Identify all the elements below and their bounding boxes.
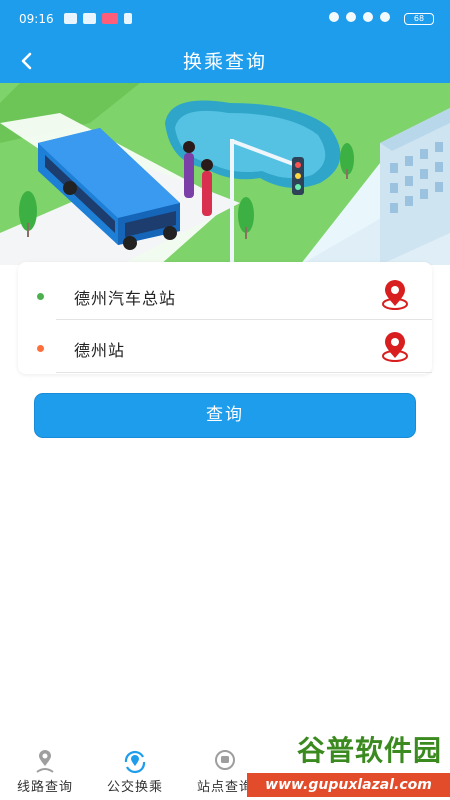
app-notification-icon [83,13,96,24]
usb-icon [124,13,132,24]
map-pin-icon [382,332,408,362]
status-time: 09:16 [19,12,54,26]
start-station-field[interactable]: 德州汽车总站 [18,268,432,324]
end-dot-icon [37,345,44,352]
tab-route-query-label: 线路查询 [16,780,73,795]
route-form-card: 德州汽车总站 德州站 [18,262,432,374]
watermark: 谷普软件园 www.gupuxlazal.com [247,729,450,800]
location-icon [329,12,339,22]
query-button[interactable]: 查询 [34,393,416,438]
end-station-field[interactable]: 德州站 [18,320,432,376]
watermark-url: www.gupuxlazal.com [247,773,450,797]
battery-icon: 68 [404,13,434,25]
system-icons [329,12,390,22]
end-locate-button[interactable] [378,332,412,364]
message-icon [64,13,77,24]
nfc-icon [363,12,373,22]
stop-pin-icon [215,750,235,770]
tab-bus-transfer-label: 公交换乘 [106,780,163,795]
map-pin-icon [382,280,408,310]
app-badge-icon [102,13,118,24]
page-title: 换乘查询 [182,51,267,73]
nav-bar: 换乘查询 [0,38,450,83]
field-divider [56,372,432,373]
start-station-value[interactable]: 德州汽车总站 [74,285,176,309]
start-locate-button[interactable] [378,280,412,312]
end-station-value[interactable]: 德州站 [74,337,125,361]
vibrate-icon [346,12,356,22]
route-pin-icon [36,750,54,773]
watermark-title: 谷普软件园 [296,734,442,767]
battery-level: 68 [413,14,425,23]
start-dot-icon [37,293,44,300]
wifi-icon [380,12,390,22]
status-bar: 09:16 68 [0,0,450,38]
tab-bus-transfer[interactable]: 公交换乘 [90,742,180,800]
transfer-pin-icon [124,750,146,774]
notification-icons [64,13,132,24]
tab-route-query[interactable]: 线路查询 [0,742,90,800]
bus-station-illustration [0,83,450,265]
banner-illustration [0,83,450,265]
